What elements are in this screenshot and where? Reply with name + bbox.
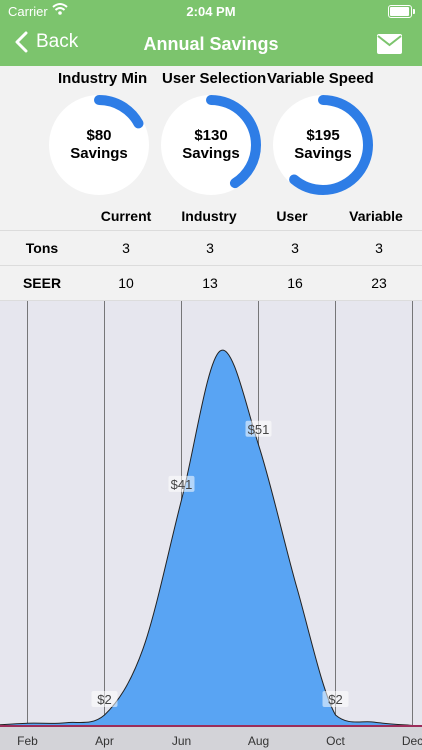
x-tick-label: Apr [95, 734, 114, 748]
x-tick-label: Jun [172, 734, 191, 748]
x-tick-label: Oct [326, 734, 345, 748]
row-label: Tons [25, 240, 59, 256]
mail-icon[interactable] [377, 34, 402, 54]
cell-user: 3 [291, 240, 299, 256]
cell-variable: 3 [375, 240, 383, 256]
x-tick-label: Dec [402, 734, 422, 748]
gauge-amount: $130 [194, 127, 228, 144]
data-label: $2 [97, 692, 111, 707]
savings-gauge-industry-min: $80 Savings [48, 94, 150, 196]
savings-area-chart: Feb Apr Jun Aug Oct Dec $2 $41 $51 $2 [0, 301, 422, 750]
data-label: $51 [248, 422, 270, 437]
savings-gauge-variable-speed: $195 Savings [272, 94, 374, 196]
page-title: Annual Savings [143, 34, 279, 54]
battery-icon [388, 5, 415, 18]
cell-current: 10 [118, 275, 134, 291]
nav-bar: Back Annual Savings [0, 22, 422, 66]
gauge-caption: Savings [294, 145, 352, 162]
x-tick-label: Feb [17, 734, 38, 748]
table-row-tons: Tons 3 3 3 3 [0, 230, 422, 265]
column-header-industry: Industry [181, 208, 237, 224]
x-axis-band [0, 727, 422, 750]
column-header-user: User [276, 208, 308, 224]
top-bar: Carrier 2:04 PM Back Annual Savings [0, 0, 422, 66]
gauge-title-user-selection: User Selection [162, 70, 267, 87]
x-tick-label: Aug [248, 734, 269, 748]
data-label: $2 [328, 692, 342, 707]
gauge-title-industry-min: Industry Min [58, 70, 148, 87]
column-header-current: Current [100, 208, 152, 224]
gauge-caption: Savings [70, 145, 128, 162]
summary-panel: Industry Min User Selection Variable Spe… [0, 66, 422, 301]
gauge-amount: $195 [306, 127, 340, 144]
cell-current: 3 [122, 240, 130, 256]
table-row-seer: SEER 10 13 16 23 [0, 265, 422, 301]
cell-variable: 23 [371, 275, 387, 291]
savings-gauge-user-selection: $130 Savings [160, 94, 262, 196]
cell-user: 16 [287, 275, 303, 291]
cell-industry: 13 [202, 275, 218, 291]
gauge-title-variable-speed: Variable Speed [267, 70, 374, 87]
data-label: $41 [171, 477, 193, 492]
status-time: 2:04 PM [186, 4, 236, 19]
gauge-caption: Savings [182, 145, 240, 162]
savings-area [0, 350, 413, 726]
gauge-amount: $80 [86, 127, 112, 144]
column-header-variable: Variable [349, 208, 403, 224]
savings-chart: Feb Apr Jun Aug Oct Dec $2 $41 $51 $2 [0, 301, 422, 750]
status-bar: Carrier 2:04 PM [0, 0, 422, 22]
row-label: SEER [22, 275, 62, 291]
cell-industry: 3 [206, 240, 214, 256]
